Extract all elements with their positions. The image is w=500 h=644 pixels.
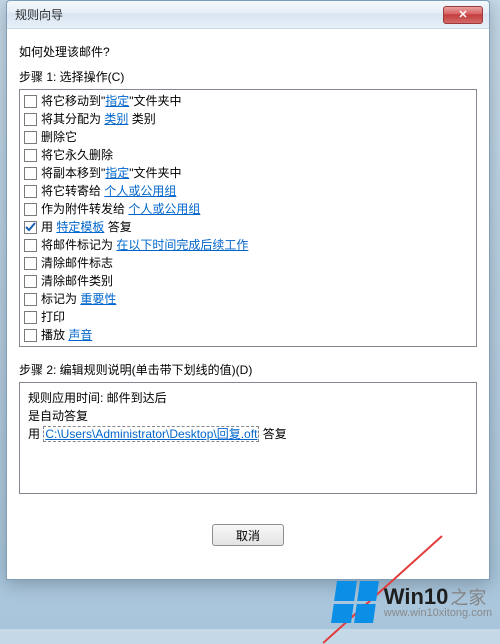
window-title: 规则向导 [15,6,63,23]
desc-line-3-post: 答复 [259,427,286,441]
action-link[interactable]: 类别 [104,112,128,126]
action-label: 开始 应用程序 [41,345,116,347]
action-checkbox[interactable] [24,275,37,288]
action-label: 将它永久删除 [41,147,113,163]
desc-line-1: 规则应用时间: 邮件到达后 [28,389,468,407]
action-row[interactable]: 打印 [24,308,472,326]
action-checkbox[interactable] [24,149,37,162]
action-checkbox[interactable] [24,257,37,270]
action-link[interactable]: 指定 [105,94,129,108]
action-label: 将邮件标记为 在以下时间完成后续工作 [41,237,248,253]
action-row[interactable]: 清除邮件类别 [24,272,472,290]
action-label: 用 特定模板 答复 [41,219,132,235]
action-checkbox[interactable] [24,221,37,234]
action-row[interactable]: 将它永久删除 [24,146,472,164]
action-label: 将它移动到"指定"文件夹中 [41,93,182,109]
cancel-button[interactable]: 取消 [212,524,284,546]
close-icon: ✕ [458,8,467,21]
desc-line-3-pre: 用 [28,427,43,441]
action-checkbox[interactable] [24,131,37,144]
action-row[interactable]: 作为附件转发给 个人或公用组 [24,200,472,218]
action-row[interactable]: 将其分配为 类别 类别 [24,110,472,128]
action-link[interactable]: 重要性 [80,292,116,306]
client-area: 如何处理该邮件? 步骤 1: 选择操作(C) 将它移动到"指定"文件夹中将其分配… [7,29,489,556]
rule-description-box: 规则应用时间: 邮件到达后 是自动答复 用 C:\Users\Administr… [19,382,477,494]
watermark-suffix: 之家 [450,588,486,608]
action-checkbox[interactable] [24,329,37,342]
action-link[interactable]: 特定模板 [56,220,104,234]
watermark-brand: Win10 [384,584,449,609]
action-label: 将副本移到"指定"文件夹中 [41,165,182,181]
action-row[interactable]: 标记为 重要性 [24,290,472,308]
step2-label: 步骤 2: 编辑规则说明(单击带下划线的值)(D) [19,361,477,378]
action-link[interactable]: 在以下时间完成后续工作 [116,238,248,252]
action-label: 播放 声音 [41,327,92,343]
action-label: 清除邮件类别 [41,273,113,289]
action-link[interactable]: 个人或公用组 [104,184,176,198]
action-row[interactable]: 用 特定模板 答复 [24,218,472,236]
action-checkbox[interactable] [24,293,37,306]
action-link[interactable]: 应用程序 [68,346,116,347]
close-button[interactable]: ✕ [443,6,483,24]
action-checkbox[interactable] [24,113,37,126]
action-label: 标记为 重要性 [41,291,116,307]
action-checkbox[interactable] [24,185,37,198]
button-row: 取消 [19,524,477,546]
action-checkbox[interactable] [24,347,37,348]
action-label: 将它转寄给 个人或公用组 [41,183,176,199]
watermark: Win10之家 www.win10xitong.com [334,581,492,623]
action-link[interactable]: 指定 [105,166,129,180]
action-row[interactable]: 删除它 [24,128,472,146]
action-label: 将其分配为 类别 类别 [41,111,156,127]
action-checkbox[interactable] [24,311,37,324]
action-row[interactable]: 将副本移到"指定"文件夹中 [24,164,472,182]
template-path-link[interactable]: C:\Users\Administrator\Desktop\回复.oft [43,426,259,442]
action-checkbox[interactable] [24,95,37,108]
action-checkbox[interactable] [24,203,37,216]
action-label: 作为附件转发给 个人或公用组 [41,201,200,217]
action-link[interactable]: 声音 [68,328,92,342]
desc-line-2: 是自动答复 [28,407,468,425]
actions-listbox[interactable]: 将它移动到"指定"文件夹中将其分配为 类别 类别删除它将它永久删除将副本移到"指… [19,89,477,347]
action-label: 删除它 [41,129,77,145]
action-row[interactable]: 将它移动到"指定"文件夹中 [24,92,472,110]
action-label: 打印 [41,309,65,325]
step1-label: 步骤 1: 选择操作(C) [19,68,477,85]
action-row[interactable]: 将它转寄给 个人或公用组 [24,182,472,200]
titlebar: 规则向导 ✕ [7,1,489,29]
action-checkbox[interactable] [24,239,37,252]
action-row[interactable]: 开始 应用程序 [24,344,472,347]
action-link[interactable]: 个人或公用组 [128,202,200,216]
question-text: 如何处理该邮件? [19,43,477,60]
desc-line-3: 用 C:\Users\Administrator\Desktop\回复.oft … [28,425,468,443]
action-row[interactable]: 将邮件标记为 在以下时间完成后续工作 [24,236,472,254]
action-checkbox[interactable] [24,167,37,180]
action-row[interactable]: 清除邮件标志 [24,254,472,272]
action-label: 清除邮件标志 [41,255,113,271]
action-row[interactable]: 播放 声音 [24,326,472,344]
windows-logo-icon [331,581,379,623]
watermark-url: www.win10xitong.com [384,608,492,620]
rules-wizard-window: 规则向导 ✕ 如何处理该邮件? 步骤 1: 选择操作(C) 将它移动到"指定"文… [6,0,490,580]
